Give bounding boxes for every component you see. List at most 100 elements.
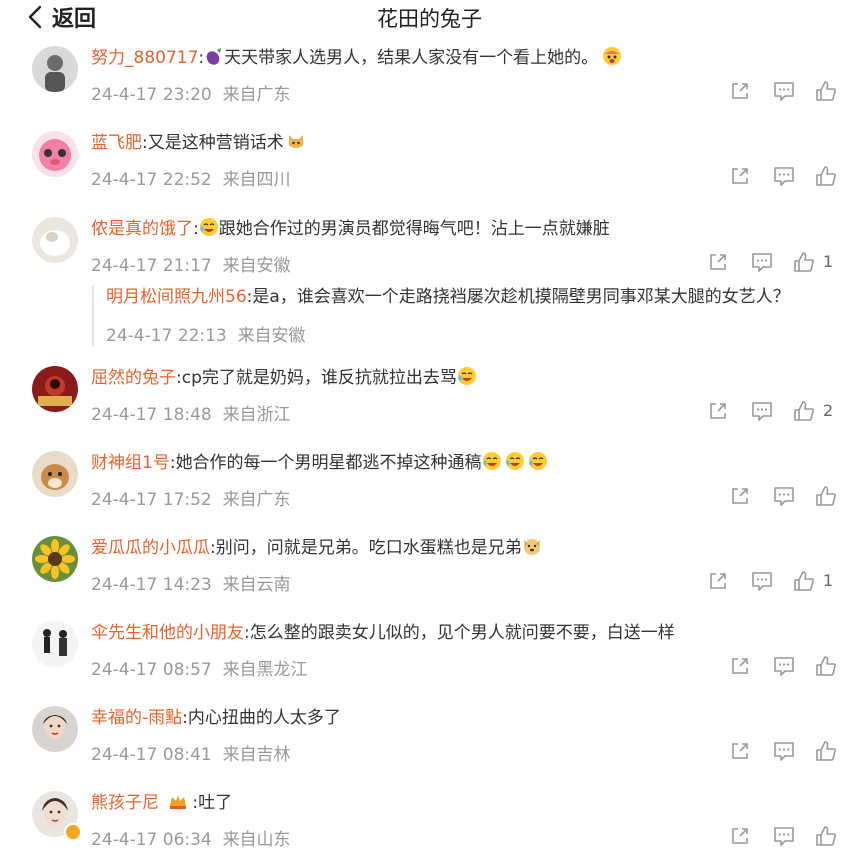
- username-link[interactable]: 侬是真的饿了: [91, 219, 193, 239]
- comment-text: 天天带家人选男人，结果人家没有一个看上她的。: [224, 48, 599, 68]
- comment-icon[interactable]: [751, 400, 773, 422]
- comment-meta: 24-4-17 21:17 来自安徽: [91, 251, 291, 276]
- comment-time: 24-4-17 08:57: [91, 660, 212, 680]
- comment-text: 吐了: [198, 793, 233, 813]
- avatar[interactable]: [32, 621, 78, 667]
- comment-meta: 24-4-17 06:34 来自山东: [91, 825, 291, 850]
- comment-actions: [729, 655, 859, 679]
- share-icon[interactable]: [729, 80, 751, 102]
- avatar[interactable]: [32, 217, 78, 263]
- share-icon[interactable]: [729, 485, 751, 507]
- comment-time: 24-4-17 21:17: [91, 256, 212, 276]
- comment-time: 24-4-17 08:41: [91, 745, 212, 765]
- cat-emoji: [286, 131, 306, 151]
- username-link[interactable]: 熊孩子尼: [91, 793, 159, 813]
- comment-meta: 24-4-17 14:23 来自云南: [91, 570, 291, 595]
- comment-actions: 2: [707, 400, 859, 424]
- avatar[interactable]: [32, 46, 78, 92]
- reply-location: 来自安徽: [237, 326, 306, 346]
- comment-text: 她合作的每一个男明星都逃不掉这种通稿: [175, 453, 482, 473]
- laughing-emoji: [482, 451, 502, 471]
- crown-badge: [168, 791, 188, 811]
- avatar[interactable]: [32, 451, 78, 497]
- comment-text: 别问，问就是兄弟。吃口水蛋糕也是兄弟: [215, 538, 522, 558]
- reply-meta: 24-4-17 22:13 来自安徽: [106, 321, 790, 346]
- like-icon[interactable]: [793, 570, 815, 592]
- laughing-emoji: [457, 366, 477, 386]
- like-icon[interactable]: [815, 825, 837, 847]
- comment-meta: 24-4-17 18:48 来自浙江: [91, 400, 291, 425]
- username-link[interactable]: 财神组1号: [91, 453, 170, 473]
- username-link[interactable]: 爱瓜瓜的小瓜瓜: [91, 538, 210, 558]
- comment-icon[interactable]: [773, 825, 795, 847]
- share-icon[interactable]: [707, 570, 729, 592]
- like-icon[interactable]: [815, 655, 837, 677]
- like-icon[interactable]: [793, 251, 815, 273]
- avatar[interactable]: [32, 706, 78, 752]
- comment-time: 24-4-17 23:20: [91, 85, 212, 105]
- dog-emoji: [522, 536, 542, 556]
- comment-actions: [729, 80, 859, 104]
- comment-icon[interactable]: [773, 165, 795, 187]
- avatar[interactable]: [32, 366, 78, 412]
- like-count: 2: [823, 401, 834, 420]
- laughing-emoji: [528, 451, 548, 471]
- laughing-emoji: [505, 451, 525, 471]
- share-icon[interactable]: [729, 165, 751, 187]
- top-nav-bar: 返回 花田的兔子: [0, 0, 859, 36]
- comment-text-line: 爱瓜瓜的小瓜瓜:别问，问就是兄弟。吃口水蛋糕也是兄弟: [91, 536, 542, 560]
- comment-meta: 24-4-17 23:20 来自广东: [91, 80, 291, 105]
- share-icon[interactable]: [707, 251, 729, 273]
- reply-username-link[interactable]: 明月松间照九州56: [106, 287, 247, 307]
- comment-icon[interactable]: [773, 485, 795, 507]
- comment-actions: [729, 825, 859, 849]
- verified-badge: [64, 823, 82, 841]
- comment-text-line: 幸福的-雨點:内心扭曲的人太多了: [91, 708, 341, 728]
- username-link[interactable]: 努力_880717: [91, 48, 198, 68]
- comment-actions: [729, 165, 859, 189]
- comment-location: 来自黑龙江: [222, 660, 308, 680]
- comment-text-line: 熊孩子尼 :吐了: [91, 791, 233, 813]
- like-icon[interactable]: [793, 400, 815, 422]
- like-icon[interactable]: [815, 165, 837, 187]
- comment-location: 来自吉林: [222, 745, 291, 765]
- reply-block: 明月松间照九州56:是a，谁会喜欢一个走路挠裆屡次趁机摸隔壁男同事邓某大腿的女艺…: [92, 285, 790, 346]
- comment-actions: [729, 740, 859, 764]
- share-icon[interactable]: [729, 825, 751, 847]
- comment-actions: 1: [707, 251, 859, 275]
- comment-location: 来自山东: [222, 830, 291, 850]
- username-link[interactable]: 蓝飞肥: [91, 133, 142, 153]
- comment-icon[interactable]: [773, 740, 795, 762]
- comment-time: 24-4-17 18:48: [91, 405, 212, 425]
- comment-text-line: 屈然的兔子:cp完了就是奶妈，谁反抗就拉出去骂: [91, 366, 477, 390]
- comment-time: 24-4-17 14:23: [91, 575, 212, 595]
- comment-text: 跟她合作过的男演员都觉得晦气吧！沾上一点就嫌脏: [218, 219, 610, 239]
- share-icon[interactable]: [707, 400, 729, 422]
- comment-actions: 1: [707, 570, 859, 594]
- comment-icon[interactable]: [751, 570, 773, 592]
- comment-icon[interactable]: [751, 251, 773, 273]
- like-icon[interactable]: [815, 740, 837, 762]
- avatar[interactable]: [32, 131, 78, 177]
- reply-time: 24-4-17 22:13: [106, 326, 227, 346]
- comment-time: 24-4-17 22:52: [91, 170, 212, 190]
- like-icon[interactable]: [815, 485, 837, 507]
- username-link[interactable]: 屈然的兔子: [91, 368, 176, 388]
- username-link[interactable]: 幸福的-雨點: [91, 708, 182, 728]
- like-count: 1: [823, 571, 834, 590]
- comment-location: 来自四川: [222, 170, 291, 190]
- comment-meta: 24-4-17 08:57 来自黑龙江: [91, 655, 308, 680]
- comment-text: 又是这种营销话术: [147, 133, 284, 153]
- like-icon[interactable]: [815, 80, 837, 102]
- comment-text: 怎么整的跟卖女儿似的，见个男人就问要不要，白送一样: [249, 623, 675, 643]
- comment-text: 内心扭曲的人太多了: [187, 708, 341, 728]
- username-link[interactable]: 伞先生和他的小朋友: [91, 623, 244, 643]
- share-icon[interactable]: [729, 655, 751, 677]
- reply-text-line: 明月松间照九州56:是a，谁会喜欢一个走路挠裆屡次趁机摸隔壁男同事邓某大腿的女艺…: [106, 287, 790, 307]
- avatar[interactable]: [32, 536, 78, 582]
- like-count: 1: [823, 252, 834, 271]
- share-icon[interactable]: [729, 740, 751, 762]
- comment-icon[interactable]: [773, 80, 795, 102]
- comment-icon[interactable]: [773, 655, 795, 677]
- comment-meta: 24-4-17 08:41 来自吉林: [91, 740, 291, 765]
